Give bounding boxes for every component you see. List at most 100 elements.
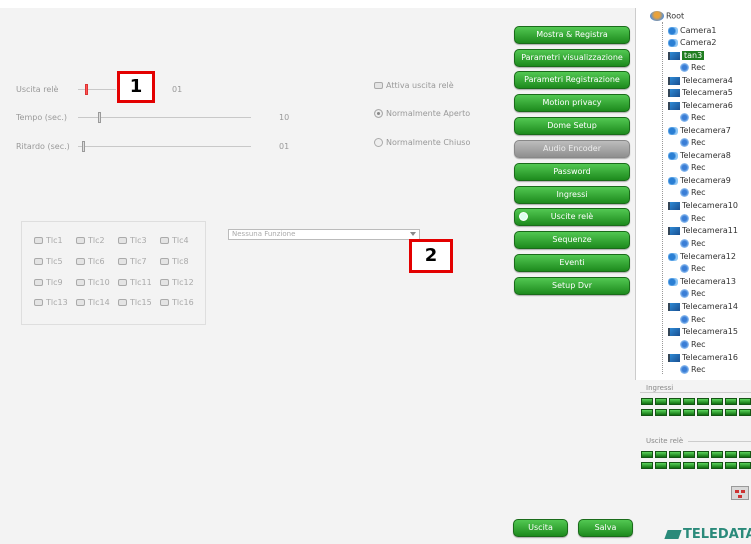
chevron-down-icon: [410, 232, 416, 236]
tlc-item[interactable]: Tlc10: [76, 278, 110, 287]
tlc-item[interactable]: Tlc8: [160, 257, 189, 266]
password-button[interactable]: Password: [514, 163, 630, 181]
tlc-item[interactable]: Tlc13: [34, 298, 68, 307]
camera-tree[interactable]: Root Camera1 Camera2 tan3 Rec Telecamera…: [635, 8, 751, 380]
sequenze-button[interactable]: Sequenze: [514, 231, 630, 249]
dome-setup-button[interactable]: Dome Setup: [514, 117, 630, 135]
uscita-button[interactable]: Uscita: [513, 519, 568, 537]
camera-icon: [668, 252, 678, 261]
attiva-uscita-label: Attiva uscita relè: [386, 81, 454, 90]
salva-button[interactable]: Salva: [578, 519, 633, 537]
arrow-right-icon: [519, 212, 528, 221]
tlc-item[interactable]: Tlc9: [34, 278, 63, 287]
tree-rec[interactable]: Rec: [680, 188, 706, 197]
tree-rec[interactable]: Rec: [680, 340, 706, 349]
uscita-rele-slider-thumb[interactable]: [85, 84, 88, 95]
tlc-item[interactable]: Tlc1: [34, 236, 63, 245]
dome-camera-icon: [668, 201, 680, 210]
attiva-uscita-option[interactable]: Attiva uscita relè: [374, 81, 454, 90]
tempo-slider-track[interactable]: [78, 117, 251, 118]
tree-camera-selected[interactable]: tan3: [668, 51, 705, 60]
tree-camera[interactable]: Telecamera12: [668, 252, 736, 261]
normalmente-chiuso-radio[interactable]: [374, 138, 383, 147]
tree-camera[interactable]: Camera1: [668, 26, 716, 35]
camera-icon: [668, 176, 678, 185]
dome-camera-icon: [668, 51, 680, 60]
tree-rec[interactable]: Rec: [680, 264, 706, 273]
tempo-slider-thumb[interactable]: [98, 112, 101, 123]
dome-camera-icon: [668, 76, 680, 85]
tree-camera[interactable]: Telecamera15: [668, 327, 738, 336]
tree-camera[interactable]: Telecamera10: [668, 201, 738, 210]
rec-icon: [680, 239, 689, 248]
tlc-item[interactable]: Tlc6: [76, 257, 105, 266]
callout-1: 1: [117, 71, 155, 103]
tree-camera[interactable]: Telecamera7: [668, 126, 731, 135]
network-icon[interactable]: [731, 486, 749, 500]
tree-camera[interactable]: Camera2: [668, 38, 716, 47]
setup-dvr-button[interactable]: Setup Dvr: [514, 277, 630, 295]
tlc-item[interactable]: Tlc11: [118, 278, 152, 287]
funzione-dropdown[interactable]: Nessuna Funzione: [228, 229, 420, 240]
tree-rec[interactable]: Rec: [680, 315, 706, 324]
tlc-item[interactable]: Tlc12: [160, 278, 194, 287]
normalmente-aperto-option[interactable]: Normalmente Aperto: [374, 109, 470, 118]
tree-camera[interactable]: Telecamera4: [668, 76, 733, 85]
tree-camera[interactable]: Telecamera9: [668, 176, 731, 185]
motion-privacy-button[interactable]: Motion privacy: [514, 94, 630, 112]
tree-camera[interactable]: Telecamera6: [668, 101, 733, 110]
tree-camera[interactable]: Telecamera13: [668, 277, 736, 286]
dome-camera-icon: [668, 353, 680, 362]
attiva-uscita-checkbox[interactable]: [374, 82, 383, 89]
tlc-item[interactable]: Tlc16: [160, 298, 194, 307]
tree-rec[interactable]: Rec: [680, 214, 706, 223]
tempo-label: Tempo (sec.): [16, 113, 68, 122]
normalmente-chiuso-label: Normalmente Chiuso: [386, 138, 471, 147]
tlc-item[interactable]: Tlc7: [118, 257, 147, 266]
uscita-rele-label: Uscita relè: [16, 85, 59, 94]
dome-camera-icon: [668, 327, 680, 336]
uscite-rele-button[interactable]: Uscite relè: [514, 208, 630, 226]
tree-camera[interactable]: Telecamera16: [668, 353, 738, 362]
ritardo-slider-track[interactable]: [78, 146, 251, 147]
audio-encoder-button[interactable]: Audio Encoder: [514, 140, 630, 158]
eventi-button[interactable]: Eventi: [514, 254, 630, 272]
tree-rec[interactable]: Rec: [680, 113, 706, 122]
tlc-item[interactable]: Tlc3: [118, 236, 147, 245]
dome-camera-icon: [668, 101, 680, 110]
tree-rec[interactable]: Rec: [680, 163, 706, 172]
rec-icon: [680, 340, 689, 349]
parametri-visualizzazione-button[interactable]: Parametri visualizzazione: [514, 49, 630, 67]
dome-camera-icon: [668, 302, 680, 311]
logo-mark-icon: [664, 530, 682, 539]
ingressi-leds-row2: [641, 409, 751, 416]
top-bar: [0, 0, 751, 8]
teledata-logo: TELEDATA: [664, 527, 751, 542]
dome-camera-icon: [668, 88, 680, 97]
normalmente-chiuso-option[interactable]: Normalmente Chiuso: [374, 138, 470, 147]
tlc-item[interactable]: Tlc4: [160, 236, 189, 245]
tree-rec[interactable]: Rec: [680, 289, 706, 298]
ritardo-value: 01: [279, 142, 290, 151]
parametri-registrazione-button[interactable]: Parametri Registrazione: [514, 71, 630, 89]
uscite-leds-row1: [641, 451, 751, 458]
tree-camera[interactable]: Telecamera11: [668, 226, 738, 235]
tlc-item[interactable]: Tlc14: [76, 298, 110, 307]
mostra-registra-button[interactable]: Mostra & Registra: [514, 26, 630, 44]
tlc-item[interactable]: Tlc5: [34, 257, 63, 266]
ritardo-label: Ritardo (sec.): [16, 142, 70, 151]
uscita-rele-slider-track[interactable]: [78, 89, 116, 90]
normalmente-aperto-radio[interactable]: [374, 109, 383, 118]
tree-rec[interactable]: Rec: [680, 138, 706, 147]
tree-rec[interactable]: Rec: [680, 239, 706, 248]
tree-rec[interactable]: Rec: [680, 63, 706, 72]
tree-camera[interactable]: Telecamera8: [668, 151, 731, 160]
tree-rec[interactable]: Rec: [680, 365, 706, 374]
tree-camera[interactable]: Telecamera14: [668, 302, 738, 311]
ingressi-button[interactable]: Ingressi: [514, 186, 630, 204]
tlc-item[interactable]: Tlc2: [76, 236, 105, 245]
tree-camera[interactable]: Telecamera5: [668, 88, 733, 97]
ritardo-slider-thumb[interactable]: [82, 141, 85, 152]
tree-root[interactable]: Root: [650, 11, 684, 21]
tlc-item[interactable]: Tlc15: [118, 298, 152, 307]
